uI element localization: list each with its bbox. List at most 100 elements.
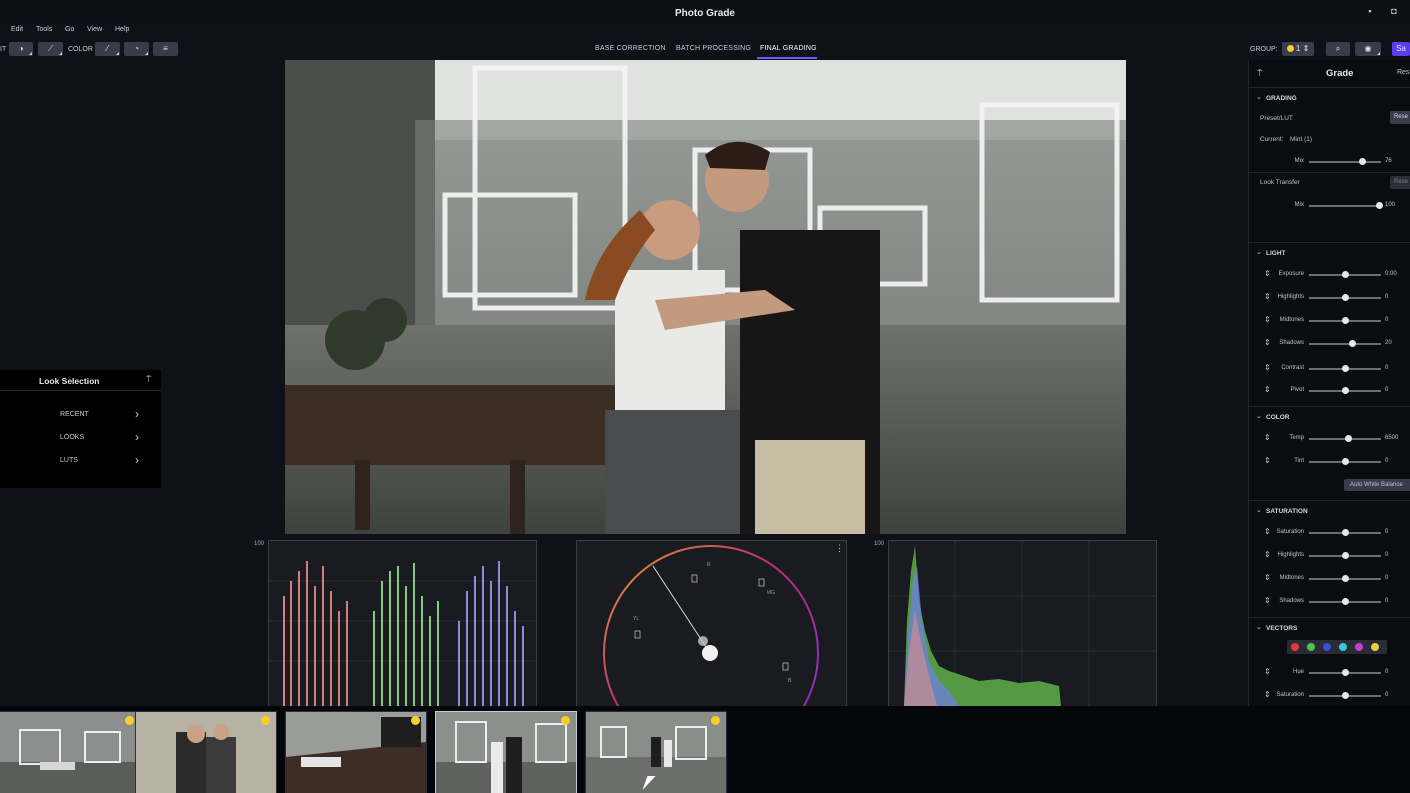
stepper-icon: ⇕ xyxy=(1300,44,1310,53)
preset-reset-button[interactable]: Rese xyxy=(1390,111,1410,124)
slider-temp[interactable]: ⇕ Temp 6500 xyxy=(1249,429,1410,447)
slider-label: Temp xyxy=(1289,435,1304,441)
slider-exposure[interactable]: ⇕ Exposure 0.00 xyxy=(1249,265,1410,283)
pin-icon[interactable]: ⍑ xyxy=(1257,68,1262,79)
slider-value: 20 xyxy=(1385,340,1392,346)
auto-white-balance-button[interactable]: Auto White Balance xyxy=(1344,479,1410,491)
list-tool-button[interactable]: ≡ xyxy=(153,42,178,56)
slider-knob[interactable] xyxy=(1342,669,1349,676)
slider-value: 76 xyxy=(1385,158,1392,164)
look-transfer-reset-button[interactable]: Rese xyxy=(1390,176,1410,189)
maximize-button[interactable]: ◘ xyxy=(1389,6,1399,16)
section-vectors[interactable]: ⌄ VECTORS xyxy=(1249,617,1410,638)
slider-sat-shadows[interactable]: ⇕ Shadows 0 xyxy=(1249,592,1410,610)
chevron-down-icon: ⌄ xyxy=(1256,624,1262,631)
slider-knob[interactable] xyxy=(1349,340,1356,347)
slider-mix-transfer[interactable]: Mix 100 xyxy=(1249,196,1410,214)
slider-knob[interactable] xyxy=(1342,271,1349,278)
slider-track[interactable] xyxy=(1309,161,1381,163)
section-light[interactable]: ⌄ LIGHT xyxy=(1249,242,1410,263)
swatch-cyan[interactable] xyxy=(1339,643,1347,651)
look-item-looks[interactable]: LOOKS › xyxy=(0,428,161,448)
chevron-right-icon: › xyxy=(135,453,139,467)
slider-vector-saturation[interactable]: ⇕ Saturation 0 xyxy=(1249,686,1410,704)
thumbnail-3[interactable] xyxy=(285,711,427,793)
menu-view[interactable]: View xyxy=(87,26,102,33)
slider-label: Shadows xyxy=(1279,598,1304,604)
brush-tool-button[interactable]: ⟋ xyxy=(38,42,63,56)
slider-value: 6500 xyxy=(1385,435,1399,441)
gauge-tool-button[interactable]: ◔ xyxy=(124,42,149,56)
slider-pivot[interactable]: ⇕ Pivot 0 xyxy=(1249,381,1410,399)
slider-knob[interactable] xyxy=(1376,202,1383,209)
slider-mix[interactable]: Mix 76 xyxy=(1249,152,1410,170)
swatch-blue[interactable] xyxy=(1323,643,1331,651)
pin-icon[interactable]: ⍑ xyxy=(146,374,151,385)
eyedropper-tool-button[interactable]: ⁄ xyxy=(95,42,120,56)
thumbnail-2[interactable] xyxy=(135,711,277,793)
adjust-icon: ⇕ xyxy=(1264,527,1271,536)
grade-panel-title: Grade xyxy=(1326,68,1354,79)
slider-knob[interactable] xyxy=(1342,692,1349,699)
slider-hue[interactable]: ⇕ Hue 0 xyxy=(1249,663,1410,681)
main-photo[interactable] xyxy=(285,60,1126,534)
slider-label: Pivot xyxy=(1290,387,1304,393)
swatch-red[interactable] xyxy=(1291,643,1299,651)
parade-graph xyxy=(269,561,536,706)
slider-knob[interactable] xyxy=(1342,552,1349,559)
tab-final-grading[interactable]: FINAL GRADING xyxy=(760,45,817,52)
slider-knob[interactable] xyxy=(1342,387,1349,394)
contrast-tool-button[interactable]: ◑ xyxy=(9,42,33,56)
slider-sat-midtones[interactable]: ⇕ Midtones 0 xyxy=(1249,569,1410,587)
section-saturation[interactable]: ⌄ SATURATION xyxy=(1249,500,1410,521)
slider-label: Highlights xyxy=(1277,552,1304,558)
thumbnail-image xyxy=(136,712,276,793)
menu-tools[interactable]: Tools xyxy=(36,26,52,33)
swatch-magenta[interactable] xyxy=(1355,643,1363,651)
divider xyxy=(1249,172,1410,173)
menu-help[interactable]: Help xyxy=(115,26,129,33)
slider-knob[interactable] xyxy=(1359,158,1366,165)
zoom-button[interactable]: ⌕ xyxy=(1326,42,1350,56)
slider-knob[interactable] xyxy=(1342,365,1349,372)
vector-label-b: B xyxy=(788,678,792,684)
preview-button[interactable]: ◉ xyxy=(1355,42,1381,56)
look-item-recent[interactable]: RECENT › xyxy=(0,405,161,425)
slider-knob[interactable] xyxy=(1345,435,1352,442)
tab-base-correction[interactable]: BASE CORRECTION xyxy=(595,45,666,52)
more-options-icon[interactable]: ⋮ xyxy=(835,543,844,554)
section-grading[interactable]: ⌄ GRADING xyxy=(1249,87,1410,108)
menu-edit[interactable]: Edit xyxy=(11,26,23,33)
save-button[interactable]: Sa xyxy=(1392,42,1410,56)
thumbnail-1[interactable] xyxy=(0,711,141,793)
slider-shadows[interactable]: ⇕ Shadows 20 xyxy=(1249,334,1410,352)
slider-tint[interactable]: ⇕ Tint 0 xyxy=(1249,452,1410,470)
slider-contrast[interactable]: ⇕ Contrast 0 xyxy=(1249,359,1410,377)
slider-knob[interactable] xyxy=(1342,529,1349,536)
slider-track[interactable] xyxy=(1309,205,1381,207)
reset-all-button[interactable]: Res xyxy=(1397,69,1409,76)
slider-knob[interactable] xyxy=(1342,317,1349,324)
chevron-down-icon: ⌄ xyxy=(1256,413,1262,420)
slider-midtones[interactable]: ⇕ Midtones 0 xyxy=(1249,311,1410,329)
section-color[interactable]: ⌄ COLOR xyxy=(1249,406,1410,427)
look-item-luts[interactable]: LUTS › xyxy=(0,451,161,471)
thumbnail-5[interactable] xyxy=(585,711,727,793)
slider-knob[interactable] xyxy=(1342,458,1349,465)
eyedropper-icon: ⁄ xyxy=(106,44,109,53)
thumbnail-4[interactable] xyxy=(435,711,577,793)
swatch-green[interactable] xyxy=(1307,643,1315,651)
slider-knob[interactable] xyxy=(1342,294,1349,301)
slider-knob[interactable] xyxy=(1342,575,1349,582)
group-selector[interactable]: 1 ⇕ xyxy=(1282,42,1314,56)
swatch-yellow[interactable] xyxy=(1371,643,1379,651)
slider-knob[interactable] xyxy=(1342,598,1349,605)
minimize-button[interactable]: ▪ xyxy=(1365,6,1375,16)
adjust-icon: ⇕ xyxy=(1264,690,1271,699)
menu-go[interactable]: Go xyxy=(65,26,74,33)
slider-highlights[interactable]: ⇕ Highlights 0 xyxy=(1249,288,1410,306)
slider-track[interactable] xyxy=(1309,343,1381,345)
slider-sat-highlights[interactable]: ⇕ Highlights 0 xyxy=(1249,546,1410,564)
slider-saturation[interactable]: ⇕ Saturation 0 xyxy=(1249,523,1410,541)
tab-batch-processing[interactable]: BATCH PROCESSING xyxy=(676,45,751,52)
